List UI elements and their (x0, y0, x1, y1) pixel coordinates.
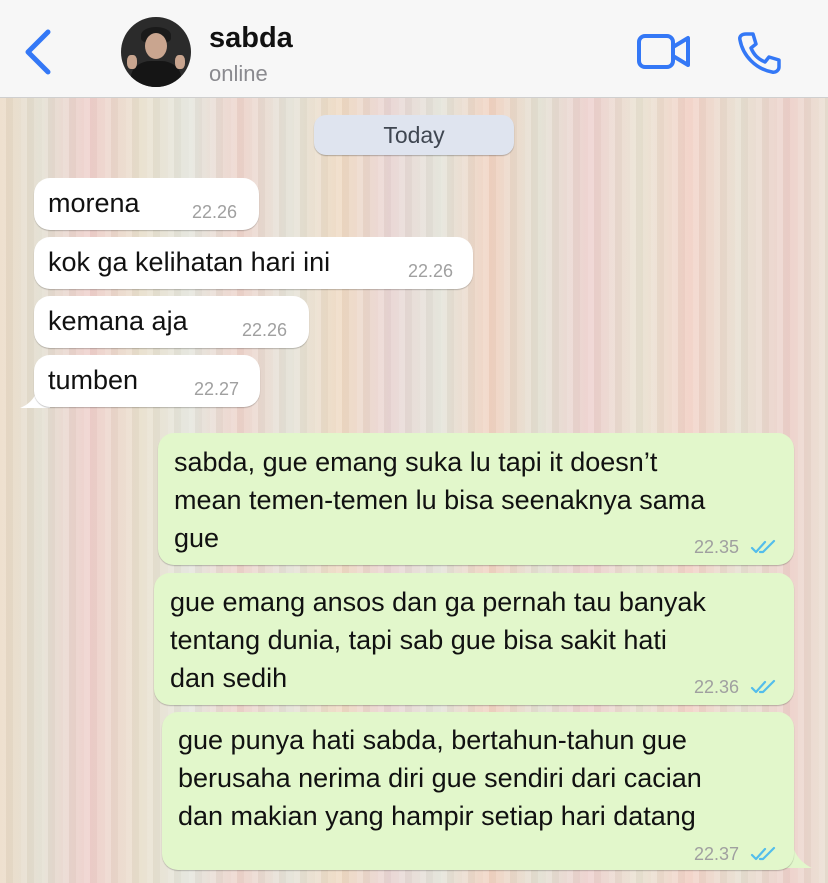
phone-icon (738, 32, 781, 74)
message-text: tumben (48, 365, 139, 395)
message-bubble-incoming[interactable]: kemana aja 22.26 (34, 296, 309, 348)
message-text-line: gue punya hati sabda, bertahun-tahun gue (178, 725, 687, 755)
message-text: kemana aja (48, 306, 188, 336)
message-time: 22.27 (194, 379, 240, 399)
back-button[interactable] (20, 28, 60, 76)
message-text: kok ga kelihatan hari ini (48, 247, 331, 277)
message-text-line: tentang dunia, tapi sab gue bisa sakit h… (170, 625, 667, 655)
read-receipt-icon (750, 846, 776, 861)
message-bubble-outgoing[interactable]: gue emang ansos dan ga pernah tau banyak… (154, 573, 794, 705)
message-text-line: dan sedih (170, 663, 288, 693)
message-text-line: sabda, gue emang suka lu tapi it doesn’t (174, 447, 658, 477)
chevron-left-icon (25, 29, 51, 75)
chat-header: sabda online (0, 0, 828, 98)
date-separator: Today (314, 115, 514, 155)
voice-call-button[interactable] (737, 31, 781, 75)
message-text-line: gue (174, 523, 220, 553)
video-call-button[interactable] (637, 33, 691, 71)
message-bubble-incoming[interactable]: morena 22.26 (34, 178, 259, 230)
read-receipt-icon (750, 539, 776, 554)
contact-avatar[interactable] (121, 17, 191, 87)
message-time: 22.37 (694, 844, 740, 864)
video-camera-icon (637, 34, 690, 69)
message-time: 22.26 (192, 202, 238, 222)
contact-status: online (209, 61, 268, 86)
message-bubble-incoming[interactable]: kok ga kelihatan hari ini 22.26 (34, 237, 473, 289)
message-text: morena (48, 188, 140, 218)
message-time: 22.26 (408, 261, 454, 281)
message-bubble-outgoing[interactable]: gue punya hati sabda, bertahun-tahun gue… (162, 712, 794, 870)
message-text-line: dan makian yang hampir setiap hari datan… (178, 801, 696, 831)
message-time: 22.26 (242, 320, 288, 340)
message-time: 22.36 (694, 677, 740, 697)
message-text-line: berusaha nerima diri gue sendiri dari ca… (178, 763, 702, 793)
message-time: 22.35 (694, 537, 740, 557)
message-bubble-incoming[interactable]: tumben 22.27 (34, 355, 260, 407)
message-bubble-outgoing[interactable]: sabda, gue emang suka lu tapi it doesn’t… (158, 433, 794, 565)
message-text-line: gue emang ansos dan ga pernah tau banyak (170, 587, 706, 617)
read-receipt-icon (750, 679, 776, 694)
message-text-line: mean temen-temen lu bisa seenaknya sama (174, 485, 706, 515)
contact-name[interactable]: sabda (209, 22, 293, 55)
